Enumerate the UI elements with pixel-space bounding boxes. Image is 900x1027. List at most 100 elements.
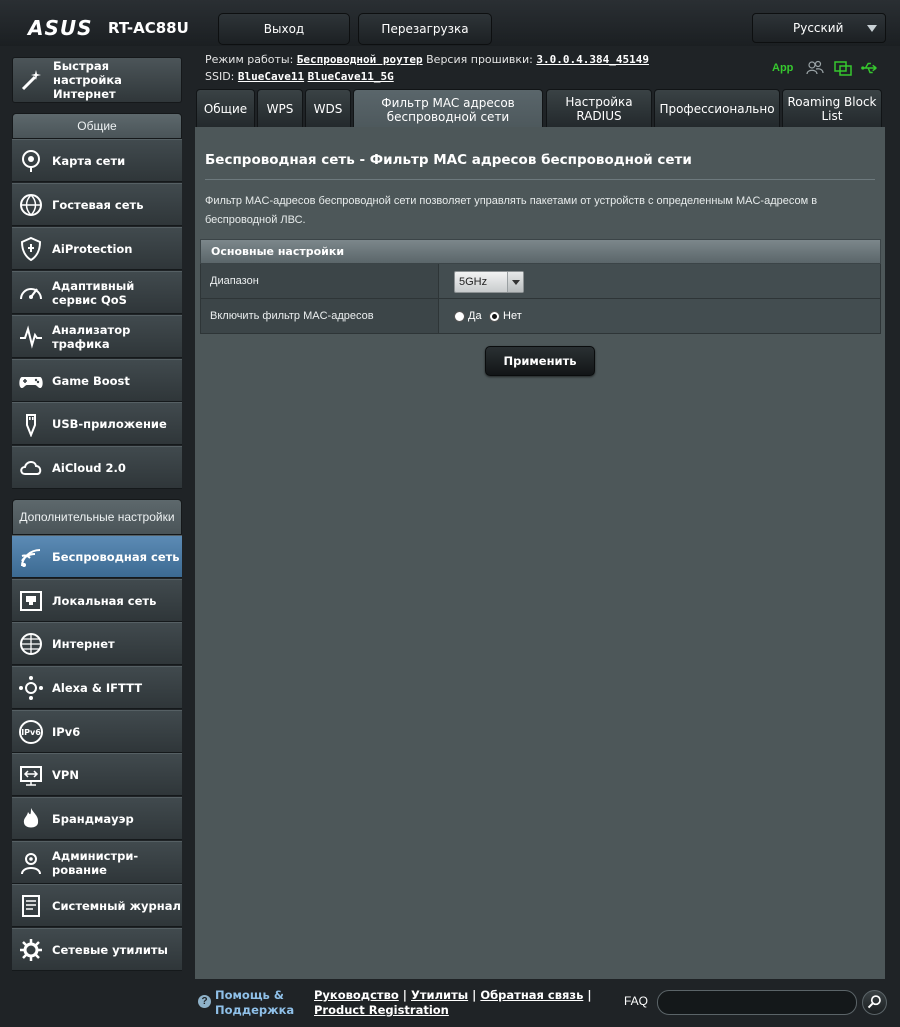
sidebar-item-label: VPN [52, 767, 79, 782]
sidebar-item-network-tools[interactable]: Сетевые утилиты [12, 928, 182, 971]
faq-label: FAQ [624, 994, 649, 1008]
sidebar-item-internet[interactable]: Интернет [12, 622, 182, 665]
sidebar-item-qos[interactable]: Адаптивный сервис QoS [12, 271, 182, 314]
radio-no[interactable] [489, 311, 500, 322]
chevron-down-icon [867, 25, 877, 32]
sidebar-item-label: AiCloud 2.0 [52, 460, 126, 475]
sidebar-item-label: Alexa & IFTTT [52, 680, 143, 695]
ssid-label: SSID: [205, 70, 235, 83]
product-registration-link[interactable]: Product Registration [314, 1003, 449, 1017]
tab-wps[interactable]: WPS [257, 89, 303, 127]
general-section-header: Общие [12, 113, 182, 139]
sidebar-item-game-boost[interactable]: Game Boost [12, 359, 182, 402]
ipv6-icon: IPv6 [19, 719, 43, 744]
feedback-link[interactable]: Обратная связь [480, 988, 583, 1002]
page-description: Фильтр MAC-адресов беспроводной сети поз… [205, 195, 818, 226]
radio-yes-label[interactable]: Да [468, 310, 482, 322]
footer-links: Руководство | Утилиты | Обратная связь |… [314, 988, 619, 1018]
ssid-link-5g[interactable]: BlueCave11_5G [308, 70, 394, 83]
reboot-button[interactable]: Перезагрузка [358, 13, 492, 45]
sidebar-item-aiprotection[interactable]: AiProtection [12, 227, 182, 270]
gauge-icon [20, 287, 42, 299]
sidebar-item-wireless[interactable]: Беспроводная сеть [12, 535, 182, 578]
sidebar-item-label: AiProtection [52, 241, 133, 256]
radio-yes[interactable] [454, 311, 465, 322]
sidebar-item-label: Карта сети [52, 153, 126, 168]
ssid-link-24g[interactable]: BlueCave11 [238, 70, 304, 83]
ssid-line: SSID: BlueCave11 BlueCave11_5G [205, 70, 394, 83]
mode-label: Режим работы: [205, 53, 294, 66]
tab-roaming-block-list[interactable]: Roaming Block List [782, 89, 882, 127]
cloud-icon [20, 460, 42, 475]
apply-button[interactable]: Применить [485, 346, 595, 376]
sidebar-item-label: Интернет [52, 636, 115, 651]
logout-button[interactable]: Выход [218, 13, 350, 45]
svg-text:IPv6: IPv6 [21, 728, 41, 737]
help-support-link[interactable]: Помощь & Поддержка [215, 988, 295, 1018]
tab-mac-filter[interactable]: Фильтр MAC адресов беспроводной сети [353, 89, 543, 129]
syslog-icon [22, 894, 40, 917]
sidebar-item-administration[interactable]: Администри-рование [12, 841, 182, 884]
sidebar-item-traffic-analyzer[interactable]: Анализатор трафика [12, 315, 182, 358]
search-icon[interactable] [862, 990, 887, 1015]
enable-filter-row: Включить фильтр MAC-адресов Да Нет [200, 299, 881, 334]
shield-icon [20, 236, 42, 261]
sidebar-item-label: IPv6 [52, 724, 81, 739]
lan-icon [20, 590, 42, 611]
devices-icon[interactable] [834, 60, 852, 76]
asus-logo[interactable]: ASUS [28, 16, 93, 40]
sidebar-item-network-map[interactable]: Карта сети [12, 139, 182, 182]
sidebar-item-ipv6[interactable]: IPv6 IPv6 [12, 710, 182, 753]
tab-wds[interactable]: WDS [305, 89, 351, 127]
globe-icon [20, 632, 42, 655]
tools-icon [20, 938, 42, 961]
band-row: Диапазон 5GHz [200, 264, 881, 299]
firmware-link[interactable]: 3.0.0.4.384_45149 [536, 53, 649, 66]
separator: | [402, 988, 407, 1002]
clients-icon[interactable] [806, 60, 824, 76]
sidebar-item-vpn[interactable]: VPN [12, 753, 182, 796]
sidebar-item-aicloud[interactable]: AiCloud 2.0 [12, 446, 182, 489]
sidebar-item-label: USB-приложение [52, 416, 167, 431]
mode-link[interactable]: Беспроводной роутер [297, 53, 423, 66]
separator: | [472, 988, 477, 1002]
tab-general[interactable]: Общие [196, 89, 255, 127]
quick-internet-setup[interactable]: Быстрая настройка Интернет [12, 57, 182, 103]
manual-link[interactable]: Руководство [314, 988, 399, 1002]
sidebar-item-label: Локальная сеть [52, 593, 157, 608]
separator: | [587, 988, 592, 1002]
page-title: Беспроводная сеть - Фильтр MAC адресов б… [205, 152, 692, 168]
sidebar-item-lan[interactable]: Локальная сеть [12, 579, 182, 622]
basic-settings-header: Основные настройки [200, 239, 881, 264]
tab-radius[interactable]: Настройка RADIUS [546, 89, 652, 127]
band-select[interactable]: 5GHz [454, 271, 524, 293]
sidebar-item-alexa-ifttt[interactable]: Alexa & IFTTT [12, 666, 182, 709]
router-model: RT-AC88U [108, 19, 189, 37]
traffic-analyzer-icon [20, 324, 42, 349]
app-label[interactable]: App [772, 62, 793, 74]
sidebar-item-system-log[interactable]: Системный журнал [12, 884, 182, 927]
language-value: Русский [793, 21, 844, 35]
alexa-icon [19, 675, 43, 700]
tab-professional[interactable]: Профессионально [654, 89, 780, 127]
advanced-section-header: Дополнительные настройки [12, 499, 182, 535]
chevron-down-icon [507, 272, 523, 292]
network-map-icon [22, 149, 40, 172]
sidebar-item-usb-app[interactable]: USB-приложение [12, 402, 182, 445]
band-label: Диапазон [201, 264, 439, 298]
faq-search-input[interactable] [657, 990, 857, 1015]
sidebar-item-label: Гостевая сеть [52, 197, 144, 212]
utilities-link[interactable]: Утилиты [411, 988, 468, 1002]
wifi-icon [21, 548, 41, 567]
usb-status-icon[interactable] [861, 60, 879, 76]
radio-no-label[interactable]: Нет [503, 310, 522, 322]
sidebar-item-firewall[interactable]: Брандмауэр [12, 797, 182, 840]
gamepad-icon [19, 376, 43, 388]
language-select[interactable]: Русский [752, 13, 886, 43]
sidebar-item-guest-network[interactable]: Гостевая сеть [12, 183, 182, 226]
firewall-icon [23, 807, 39, 827]
sidebar-item-label: Брандмауэр [52, 811, 134, 826]
band-value: 5GHz [459, 276, 488, 288]
help-icon: ? [198, 995, 211, 1008]
sidebar-item-label: Администри-рование [52, 848, 139, 877]
